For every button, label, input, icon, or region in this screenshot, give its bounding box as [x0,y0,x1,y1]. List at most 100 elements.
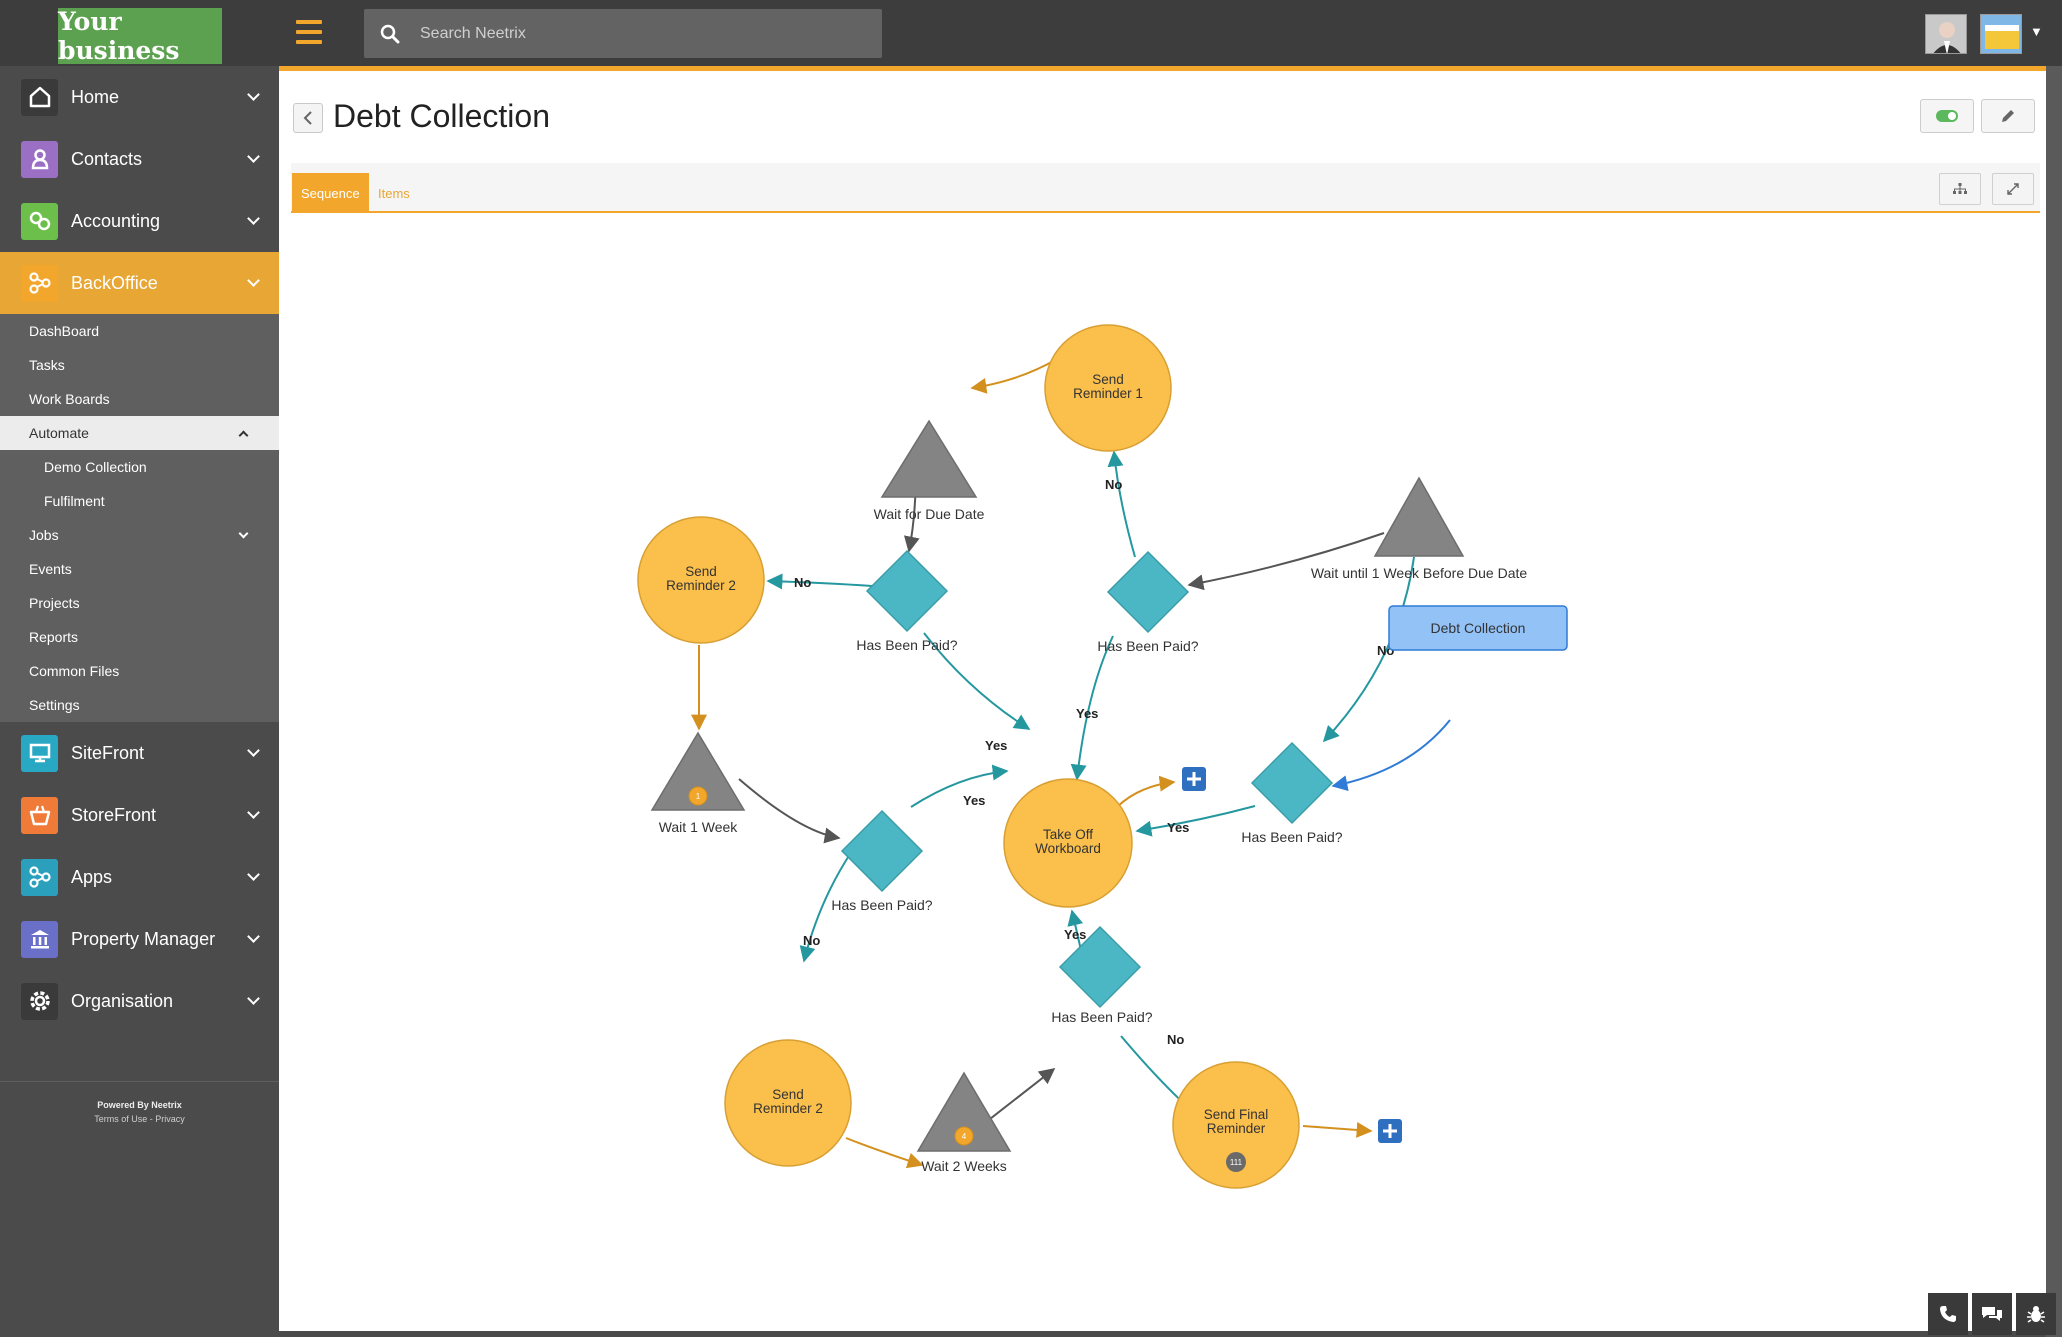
sidebar-sub-jobs[interactable]: Jobs [0,518,279,552]
node-paid-right[interactable]: Has Been Paid? [1241,741,1343,845]
sidebar-sub-tasks[interactable]: Tasks [0,348,279,382]
call-button[interactable] [1928,1293,1968,1335]
node-send-reminder-1[interactable]: Send Reminder 1 [1044,324,1172,452]
node-label: Take Off [1043,827,1093,842]
tab-sequence[interactable]: Sequence [292,173,369,213]
edge-label-yes: Yes [1064,927,1086,942]
edge-paidleft-no-reminder2a[interactable] [766,573,873,590]
node-label: Has Been Paid? [1097,638,1198,654]
search-bar[interactable] [364,9,882,58]
sidebar-sub-work-boards[interactable]: Work Boards [0,382,279,416]
sidebar: Home Contacts Accounting BackOffice Dash… [0,66,279,1337]
node-send-reminder-2a[interactable]: Send Reminder 2 [637,516,765,644]
chat-icon [1982,1307,2002,1321]
pencil-icon [2002,110,2014,122]
tab-items[interactable]: Items [369,173,419,213]
basket-icon [21,796,58,834]
sidebar-item-label: StoreFront [71,804,157,825]
edge-reminder2b-to-wait2weeks[interactable] [845,1137,924,1169]
edge-reminder1-to-waitdue[interactable] [970,358,1058,394]
privacy-link[interactable]: Privacy [155,1114,185,1124]
sidebar-sub-fulfilment[interactable]: Fulfilment [0,484,279,518]
edge-paidmid-yes-takeoff[interactable] [910,764,1009,808]
active-toggle-button[interactable] [1920,99,1974,133]
add-step-button[interactable] [1378,1119,1402,1143]
node-paid-mid[interactable]: Has Been Paid? [831,809,933,913]
node-label: Debt Collection [1431,620,1526,636]
menu-toggle-icon[interactable] [296,20,322,44]
node-trigger-debt-collection[interactable]: Debt Collection [1388,605,1568,651]
edge-label-yes: Yes [1167,820,1189,835]
sequence-diagram[interactable]: No No No Yes Yes Yes Yes Yes No No Send … [279,221,2046,1331]
sidebar-item-label: Accounting [71,210,161,231]
edge-wait1week-to-paidmid[interactable] [738,778,841,844]
chevron-up-icon [238,430,249,441]
chevron-down-icon [247,88,260,101]
account-menu-caret-icon[interactable]: ▼ [2030,24,2043,39]
edge-label-yes: Yes [985,738,1007,753]
sidebar-item-organisation[interactable]: Organisation [0,970,279,1032]
node-label: Reminder 2 [753,1101,823,1116]
chevron-down-icon [247,150,260,163]
sidebar-sub-common-files[interactable]: Common Files [0,654,279,688]
back-button[interactable] [293,103,323,133]
node-send-reminder-2b[interactable]: Send Reminder 2 [724,1039,852,1167]
node-wait-2-weeks[interactable]: 4 Wait 2 Weeks [916,1071,1012,1174]
edge-trigger-to-paidright[interactable] [1331,719,1451,792]
node-paid-top[interactable]: Has Been Paid? [1097,550,1199,654]
edit-button[interactable] [1981,99,2035,133]
node-wait-due-date[interactable]: Wait for Due Date [837,419,985,522]
edge-takeoff-to-add[interactable] [1116,775,1176,808]
toggle-on-icon [1936,110,1958,122]
node-wait-week-before[interactable]: Wait until 1 Week Before Due Date [1311,476,1528,581]
edge-label-no: No [1167,1032,1184,1047]
sidebar-item-label: Apps [71,866,113,887]
sidebar-sub-events[interactable]: Events [0,552,279,586]
gear-icon [21,982,58,1020]
user-avatar[interactable] [1925,14,1967,54]
page-title: Debt Collection [333,98,550,134]
node-paid-left[interactable]: Has Been Paid? [856,549,958,653]
node-send-final-reminder[interactable]: Send Final Reminder 111 [1172,1061,1300,1189]
node-wait-1-week[interactable]: 1 Wait 1 Week [650,731,746,835]
layout-tree-button[interactable] [1939,173,1981,205]
sidebar-item-sitefront[interactable]: SiteFront [0,722,279,784]
search-input[interactable] [420,24,860,43]
edge-label-no: No [794,575,811,590]
building-icon [21,920,58,958]
chat-button[interactable] [1972,1293,2012,1335]
terms-link[interactable]: Terms of Use [94,1114,147,1124]
node-label: Wait until 1 Week Before Due Date [1311,565,1528,581]
app-window: Your business ▼ Home Contacts Accounting [0,0,2062,1337]
business-avatar[interactable] [1980,14,2022,54]
sidebar-item-accounting[interactable]: Accounting [0,190,279,252]
sidebar-sub-reports[interactable]: Reports [0,620,279,654]
edge-paidright-yes-takeoff[interactable] [1135,805,1256,837]
sidebar-item-storefront[interactable]: StoreFront [0,784,279,846]
sidebar-sub-projects[interactable]: Projects [0,586,279,620]
sidebar-sub-demo-collection[interactable]: Demo Collection [0,450,279,484]
bug-icon [2027,1306,2045,1323]
node-label: Send [685,564,717,579]
chevron-down-icon [247,930,260,943]
sidebar-item-apps[interactable]: Apps [0,846,279,908]
tab-bar: Sequence Items [291,163,2040,213]
add-step-button[interactable] [1182,767,1206,791]
node-label: Reminder [1207,1121,1266,1136]
node-take-off-workboard[interactable]: Take Off Workboard [1003,778,1133,908]
sidebar-item-property-manager[interactable]: Property Manager [0,908,279,970]
sidebar-sub-settings[interactable]: Settings [0,688,279,722]
sidebar-sub-automate[interactable]: Automate [0,416,279,450]
business-logo[interactable]: Your business [58,7,222,65]
sidebar-item-label: Property Manager [71,928,216,949]
edge-paidtop-no-reminder1[interactable] [1107,450,1136,558]
edge-final-to-add[interactable] [1302,1121,1373,1138]
bug-report-button[interactable] [2016,1293,2056,1335]
page-scrollbar[interactable] [2046,66,2062,1337]
fullscreen-button[interactable] [1992,173,2034,205]
chevron-down-icon [247,806,260,819]
sidebar-sub-dashboard[interactable]: DashBoard [0,314,279,348]
sidebar-item-contacts[interactable]: Contacts [0,128,279,190]
sidebar-item-home[interactable]: Home [0,66,279,128]
sidebar-item-backoffice[interactable]: BackOffice [0,252,279,314]
